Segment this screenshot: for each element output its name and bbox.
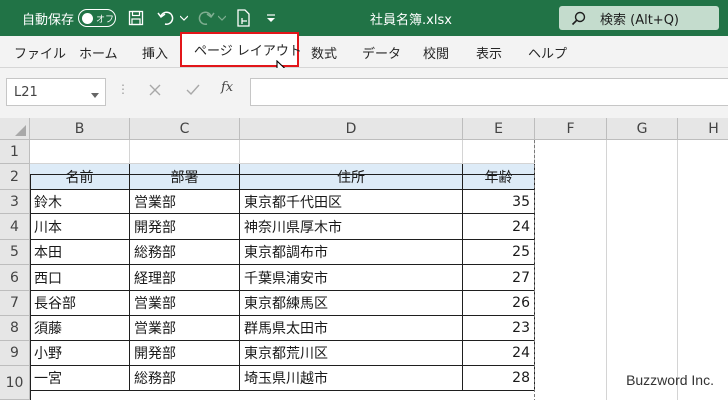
empty-column-f[interactable]	[535, 140, 607, 400]
formula-bar: L21 ⋮ fx	[0, 68, 728, 118]
row-header[interactable]: 7	[0, 291, 30, 316]
name-box-value: L21	[14, 84, 38, 100]
tab-file[interactable]: ファイル	[14, 36, 66, 68]
customize-toolbar-icon[interactable]	[266, 0, 276, 36]
name-box[interactable]: L21	[6, 78, 106, 106]
column-header[interactable]: G	[607, 118, 678, 140]
spreadsheet-grid: B C D E F G H 1 2 3 4 5 6 7 8 9 10 名前 部署…	[0, 118, 728, 400]
save-icon[interactable]	[128, 0, 144, 36]
row-header[interactable]: 10	[0, 366, 30, 400]
table-cell[interactable]: 総務部	[130, 366, 240, 391]
table-cell[interactable]: 鈴木	[30, 190, 130, 214]
empty-column-g[interactable]	[607, 140, 678, 400]
touch-mode-icon[interactable]	[236, 0, 252, 36]
table-header-cell[interactable]: 部署	[130, 164, 240, 190]
select-all-button[interactable]	[0, 118, 30, 140]
formula-input[interactable]	[250, 78, 728, 106]
enter-icon[interactable]	[186, 84, 200, 96]
search-icon	[571, 11, 586, 26]
ribbon-tabs: ファイル ホーム 挿入 数式 データ 校閲 表示 ヘルプ	[0, 36, 728, 68]
undo-dropdown-icon[interactable]	[180, 0, 188, 36]
table-cell[interactable]: 25	[463, 240, 535, 265]
table-header-cell[interactable]: 年齢	[463, 164, 535, 190]
redo-dropdown-icon[interactable]	[218, 0, 226, 36]
table-cell[interactable]: 須藤	[30, 316, 130, 341]
table-cell[interactable]: 35	[463, 190, 535, 214]
name-box-dropdown-icon[interactable]	[91, 88, 99, 103]
tab-home[interactable]: ホーム	[79, 36, 118, 68]
table-cell[interactable]: 神奈川県厚木市	[240, 214, 463, 240]
column-header[interactable]: B	[30, 118, 130, 140]
tab-data[interactable]: データ	[362, 36, 401, 68]
table-cell[interactable]: 総務部	[130, 240, 240, 265]
cancel-icon[interactable]	[149, 84, 161, 96]
tab-help[interactable]: ヘルプ	[528, 36, 567, 68]
row-header[interactable]: 6	[0, 265, 30, 291]
search-label: 検索 (Alt+Q)	[600, 12, 680, 28]
table-cell[interactable]: 群馬県太田市	[240, 316, 463, 341]
row-header[interactable]: 8	[0, 316, 30, 341]
table-cell[interactable]: 24	[463, 341, 535, 366]
row-header[interactable]: 3	[0, 190, 30, 214]
column-header[interactable]: C	[130, 118, 240, 140]
page-break-line	[534, 140, 535, 400]
column-header[interactable]: D	[240, 118, 463, 140]
table-cell[interactable]: 一宮	[30, 366, 130, 391]
table-cell[interactable]: 経理部	[130, 265, 240, 291]
row-header[interactable]: 5	[0, 240, 30, 265]
table-header-cell[interactable]: 名前	[30, 164, 130, 190]
column-header[interactable]: E	[463, 118, 535, 140]
autosave-toggle[interactable]: オフ	[78, 9, 116, 27]
cell[interactable]	[463, 140, 535, 164]
toggle-knob	[82, 12, 93, 24]
tab-formulas[interactable]: 数式	[311, 36, 337, 68]
table-cell[interactable]: 営業部	[130, 316, 240, 341]
column-header[interactable]: F	[535, 118, 607, 140]
fx-icon[interactable]: fx	[221, 80, 233, 95]
table-cell[interactable]: 東京都千代田区	[240, 190, 463, 214]
table-cell[interactable]: 本田	[30, 240, 130, 265]
formula-bar-grip-icon[interactable]: ⋮	[117, 82, 129, 96]
tab-insert[interactable]: 挿入	[142, 36, 168, 68]
autosave-label: 自動保存	[22, 12, 75, 28]
table-cell[interactable]: 川本	[30, 214, 130, 240]
row-header[interactable]: 1	[0, 140, 30, 164]
cell[interactable]	[130, 140, 240, 164]
autosave-state: オフ	[96, 14, 115, 25]
table-cell[interactable]: 24	[463, 214, 535, 240]
title-bar: 自動保存 オフ 社員名簿.xlsx 検索 (Alt+Q)	[0, 0, 728, 36]
table-cell[interactable]: 小野	[30, 341, 130, 366]
row-header[interactable]: 2	[0, 164, 30, 190]
table-header-cell[interactable]: 住所	[240, 164, 463, 190]
watermark: Buzzword Inc.	[626, 372, 714, 388]
row-header[interactable]: 4	[0, 214, 30, 240]
file-name: 社員名簿.xlsx	[370, 12, 452, 28]
table-cell[interactable]: 千葉県浦安市	[240, 265, 463, 291]
table-cell[interactable]: 東京都荒川区	[240, 341, 463, 366]
cell[interactable]	[30, 140, 130, 164]
table-cell[interactable]: 営業部	[130, 291, 240, 316]
table-cell[interactable]: 開発部	[130, 214, 240, 240]
table-cell[interactable]: 東京都調布市	[240, 240, 463, 265]
table-cell[interactable]: 長谷部	[30, 291, 130, 316]
table-cell[interactable]: 27	[463, 265, 535, 291]
table-cell[interactable]: 西口	[30, 265, 130, 291]
tab-review[interactable]: 校閲	[423, 36, 449, 68]
table-cell[interactable]: 営業部	[130, 190, 240, 214]
row-header[interactable]: 9	[0, 341, 30, 366]
table-cell[interactable]: 埼玉県川越市	[240, 366, 463, 391]
table-cell[interactable]: 23	[463, 316, 535, 341]
table-cell[interactable]: 開発部	[130, 341, 240, 366]
tab-view[interactable]: 表示	[476, 36, 502, 68]
redo-icon[interactable]	[197, 0, 215, 36]
cell[interactable]	[240, 140, 463, 164]
column-header[interactable]: H	[678, 118, 728, 140]
search-box[interactable]: 検索 (Alt+Q)	[559, 6, 719, 30]
undo-icon[interactable]	[157, 0, 175, 36]
table-cell[interactable]: 28	[463, 366, 535, 391]
table-cell[interactable]: 東京都練馬区	[240, 291, 463, 316]
table-cell[interactable]: 26	[463, 291, 535, 316]
